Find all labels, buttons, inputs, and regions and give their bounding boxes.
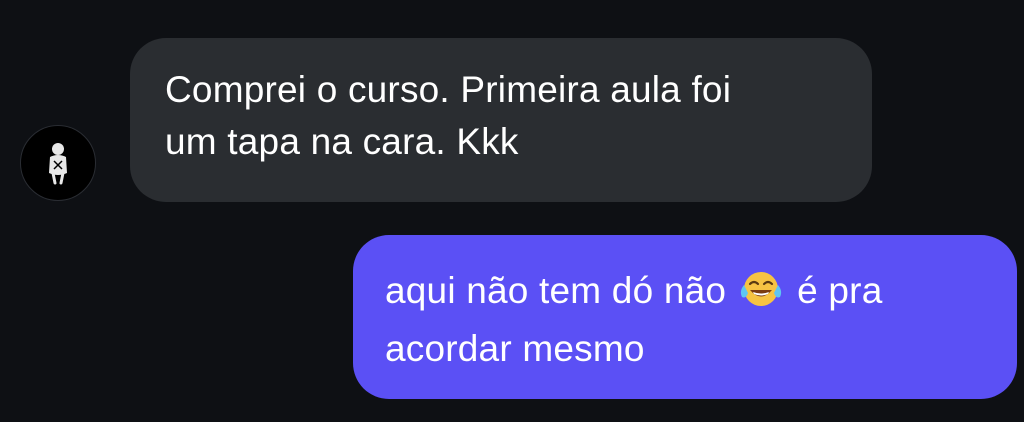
avatar[interactable] xyxy=(20,125,96,201)
message-text-segment: é pra xyxy=(786,270,883,311)
message-text-line: um tapa na cara. Kkk xyxy=(165,121,519,162)
message-text-line: aqui não tem dó não é pra xyxy=(385,265,987,323)
message-text-segment: aqui não tem dó não xyxy=(385,270,737,311)
message-text-line: acordar mesmo xyxy=(385,328,645,369)
outgoing-message-bubble[interactable]: aqui não tem dó não é pra acordar mesmo xyxy=(353,235,1017,399)
face-with-tears-of-joy-icon xyxy=(739,269,783,323)
person-figure-icon xyxy=(49,143,67,185)
incoming-message-bubble[interactable]: Comprei o curso. Primeira aula foi um ta… xyxy=(130,38,872,202)
chat-thread: Comprei o curso. Primeira aula foi um ta… xyxy=(0,0,1024,422)
message-text-line: Comprei o curso. Primeira aula foi xyxy=(165,69,732,110)
